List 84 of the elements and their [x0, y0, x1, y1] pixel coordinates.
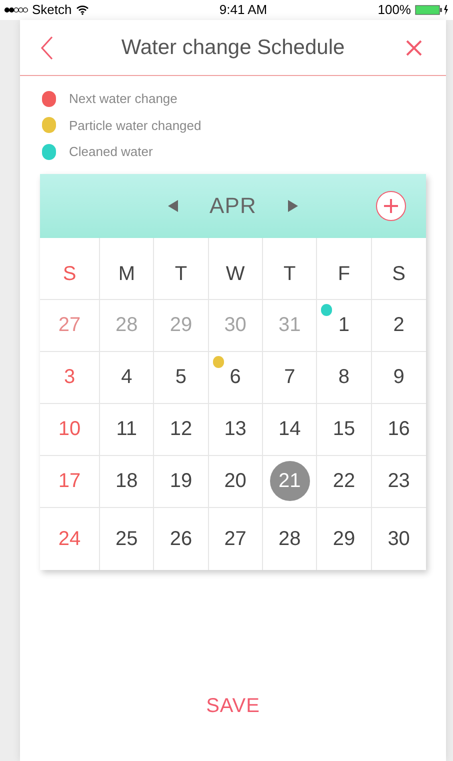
- day-cell[interactable]: 23: [372, 456, 426, 508]
- legend-label: Cleaned water: [69, 143, 153, 161]
- day-number: 15: [332, 417, 356, 442]
- battery-icon: [414, 5, 449, 15]
- legend-label: Next water change: [69, 90, 178, 108]
- day-cell[interactable]: 7: [262, 352, 318, 404]
- day-number: 10: [58, 417, 81, 442]
- day-cell[interactable]: 22: [317, 456, 372, 508]
- day-cell[interactable]: 12: [154, 404, 209, 456]
- screen-title: Water change Schedule: [121, 34, 345, 61]
- day-cell[interactable]: 4: [100, 352, 154, 404]
- day-number: 29: [332, 526, 356, 552]
- day-number: 23: [388, 469, 410, 494]
- day-number: 16: [388, 417, 410, 442]
- carrier-name: Sketch: [32, 1, 72, 20]
- day-number: 26: [170, 526, 192, 552]
- day-cell[interactable]: 18: [100, 456, 154, 508]
- clock-time: 9:41 AM: [219, 1, 268, 20]
- day-number: 6: [230, 365, 241, 390]
- day-cell[interactable]: 13: [208, 404, 263, 456]
- day-number: 27: [58, 313, 81, 338]
- day-number: 2: [393, 313, 404, 338]
- day-cell[interactable]: 26: [154, 508, 209, 570]
- day-cell[interactable]: 1: [317, 300, 372, 352]
- day-number: 27: [224, 526, 246, 552]
- day-cell[interactable]: 16: [372, 404, 426, 456]
- weekday-label: M: [118, 262, 135, 286]
- day-cell[interactable]: 30: [372, 508, 426, 570]
- day-number: 31: [278, 313, 301, 338]
- day-number: 18: [116, 469, 138, 494]
- close-icon: [405, 38, 423, 56]
- day-cell[interactable]: 6: [208, 352, 263, 404]
- day-number: 19: [170, 469, 192, 494]
- day-cell[interactable]: 14: [262, 404, 318, 456]
- day-number: 21: [270, 461, 310, 501]
- day-number: 30: [224, 313, 246, 338]
- weekday-label: T: [174, 262, 188, 286]
- day-number: 30: [388, 526, 410, 552]
- signal-icon: [4, 7, 28, 13]
- battery-percent: 100%: [378, 1, 411, 20]
- day-number: 4: [121, 365, 132, 390]
- day-number: 12: [170, 417, 192, 442]
- day-number: 25: [116, 526, 138, 552]
- day-cell[interactable]: 15: [317, 404, 372, 456]
- month-label: APR: [210, 192, 256, 220]
- day-number: 5: [175, 365, 187, 390]
- day-number: 1: [338, 313, 350, 338]
- weekday-label: T: [284, 262, 296, 286]
- back-chevron-icon: [40, 36, 54, 60]
- day-number: 20: [224, 469, 246, 494]
- day-cell[interactable]: 9: [372, 352, 426, 404]
- day-number: 9: [393, 365, 404, 390]
- day-cell[interactable]: 29: [317, 508, 372, 570]
- day-cell[interactable]: 8: [317, 352, 372, 404]
- legend-label: Particle water changed: [69, 116, 202, 135]
- weekday-label: S: [392, 262, 406, 286]
- day-cell[interactable]: 20: [208, 456, 263, 508]
- day-cell[interactable]: 28: [262, 508, 318, 570]
- weekday-label: S: [62, 262, 76, 286]
- day-number: 17: [58, 469, 81, 494]
- day-number: 14: [278, 417, 301, 442]
- day-number: 3: [64, 365, 76, 390]
- add-button[interactable]: [376, 190, 406, 220]
- wifi-icon: [76, 5, 89, 15]
- day-number: 13: [224, 417, 246, 442]
- day-number: 8: [338, 365, 350, 390]
- day-number: 28: [278, 526, 301, 552]
- day-cell[interactable]: 19: [154, 456, 209, 508]
- day-number: 7: [284, 365, 296, 390]
- day-number: 29: [170, 313, 192, 338]
- day-cell[interactable]: 5: [154, 352, 209, 404]
- day-cell[interactable]: 2: [372, 300, 426, 352]
- day-cell[interactable]: 27: [208, 508, 263, 570]
- day-number: 28: [116, 313, 138, 338]
- day-number: 22: [332, 469, 356, 494]
- day-cell[interactable]: 11: [100, 404, 154, 456]
- plus-icon: [384, 198, 398, 212]
- weekday-label: F: [338, 262, 350, 286]
- right-triangle-icon: [288, 200, 298, 212]
- day-number: 11: [116, 417, 138, 442]
- left-triangle-icon: [168, 200, 178, 212]
- day-cell[interactable]: 25: [100, 508, 154, 570]
- weekday-label: W: [226, 262, 245, 286]
- day-number: 24: [58, 526, 81, 552]
